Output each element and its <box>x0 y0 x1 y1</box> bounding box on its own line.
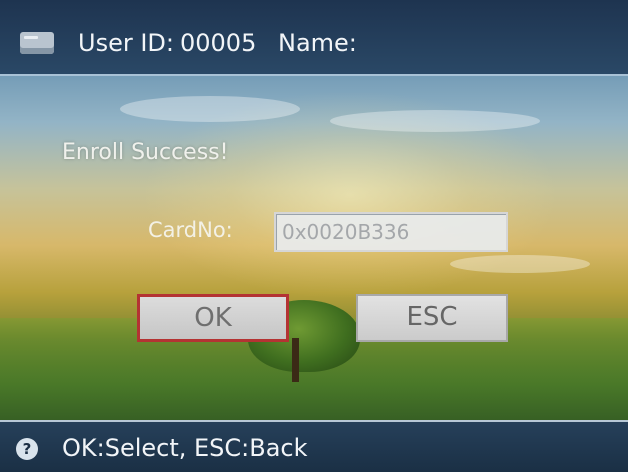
esc-button[interactable]: ESC <box>356 294 508 342</box>
id-card-icon <box>20 32 54 54</box>
name-label: Name: <box>277 29 357 57</box>
help-icon: ? <box>16 438 38 460</box>
background-cloud <box>450 255 590 273</box>
background-cloud <box>120 96 300 122</box>
background-tree-trunk <box>292 338 299 382</box>
user-id-label: User ID: <box>78 29 174 57</box>
enroll-success-message: Enroll Success! <box>62 140 229 165</box>
background-cloud <box>330 110 540 132</box>
title-bar: User ID: 00005 Name: <box>0 0 628 76</box>
status-bar: ? OK:Select, ESC:Back <box>0 420 628 472</box>
ok-button[interactable]: OK <box>137 294 289 342</box>
user-info: User ID: 00005 Name: <box>78 28 369 58</box>
user-id-value: 00005 <box>179 29 257 57</box>
card-number-label: CardNo: <box>148 218 233 242</box>
card-number-field[interactable]: 0x0020B336 <box>274 212 508 252</box>
device-screen: User ID: 00005 Name: Enroll Success! Card… <box>0 0 628 472</box>
status-hint: OK:Select, ESC:Back <box>62 434 308 462</box>
